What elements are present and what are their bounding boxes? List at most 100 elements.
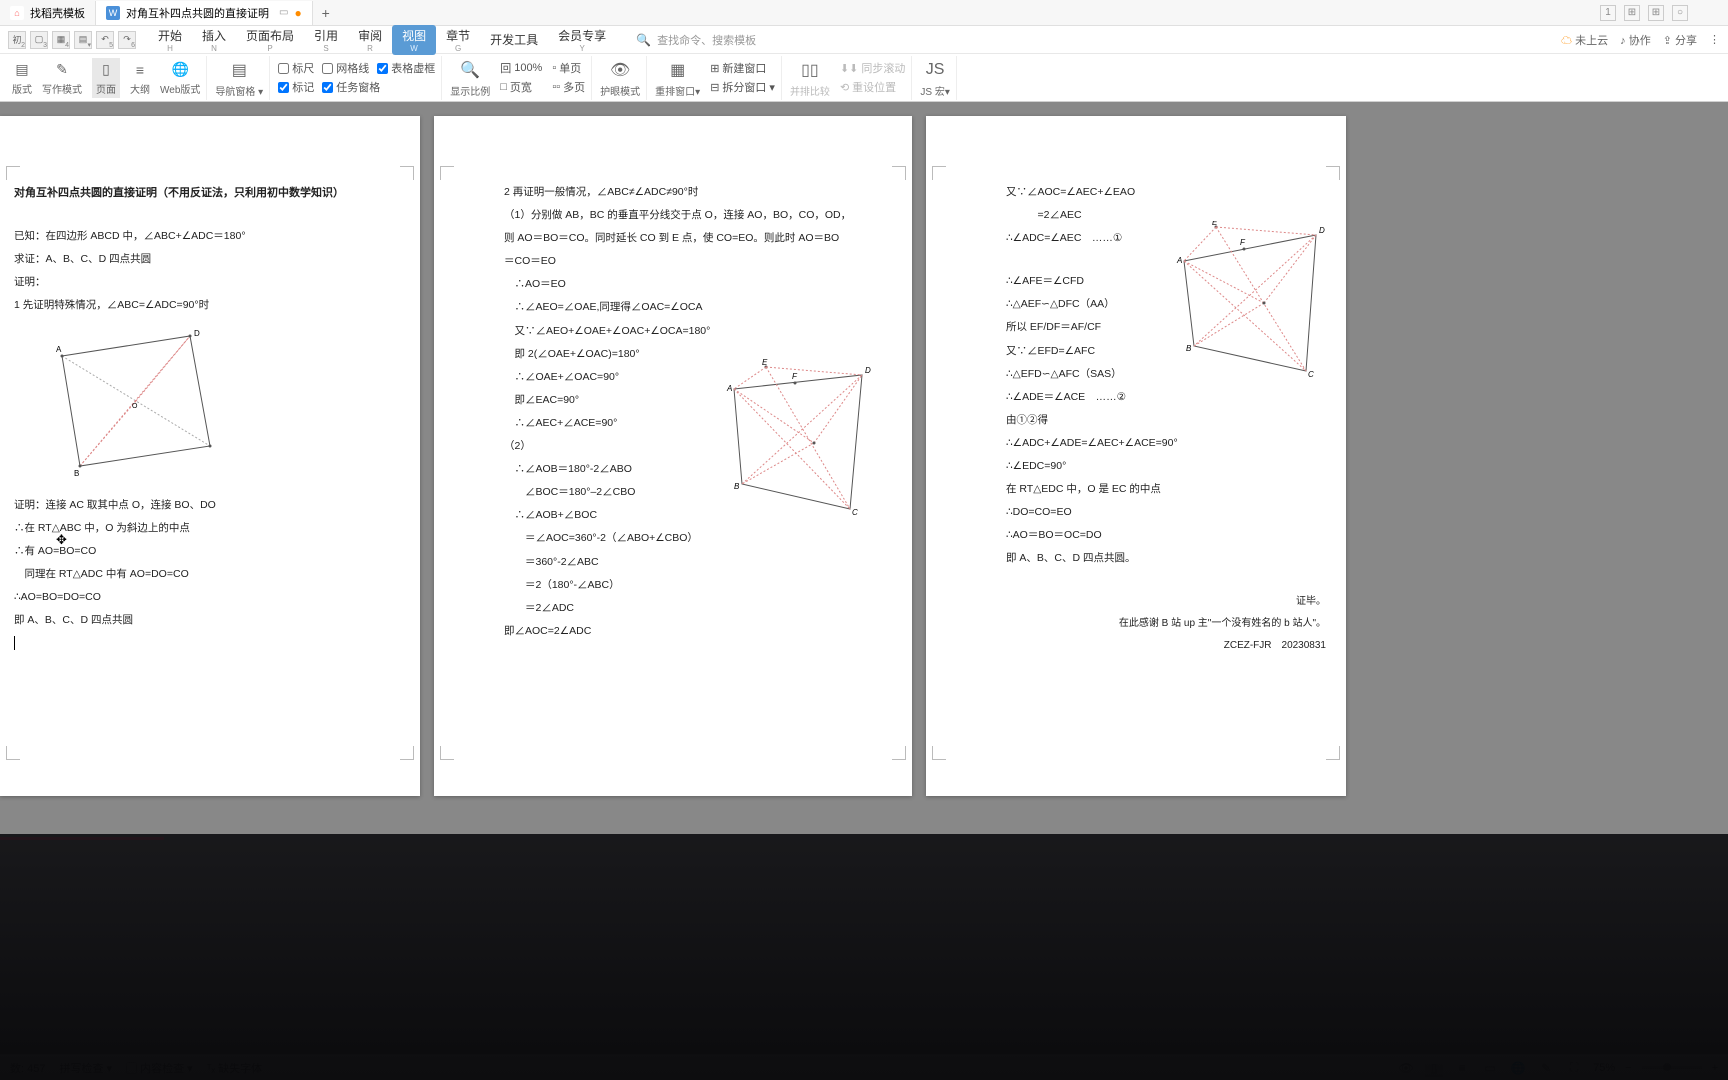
p2-l2: （1）分别做 AB，BC 的垂直平分线交于点 O，连接 AO，BO，CO，OD， <box>504 204 872 227</box>
page-1-content: 对角互补四点共圆的直接证明（不用反证法，只利用初中数学知识） 已知：在四边形 A… <box>0 116 420 650</box>
win-btn-2[interactable]: ⊞ <box>1624 5 1640 21</box>
page-3[interactable]: E F beta A D C B 又∵∠AOC=∠AEC+∠ <box>926 116 1346 796</box>
search-area[interactable]: 🔍 查找命令、搜索模板 <box>636 32 756 48</box>
ribbon-compare: ▯▯并排比较 ⬇⬇ 同步滚动 ⟲ 重设位置 <box>784 56 912 100</box>
menu-vip[interactable]: 会员专享Y <box>548 25 616 55</box>
zoom-out[interactable]: − <box>1625 1062 1631 1074</box>
play-progress-fill <box>0 837 164 840</box>
view-edit-icon[interactable]: ✎ <box>1537 1059 1555 1077</box>
rb-write[interactable]: ✎写作模式 <box>42 60 82 96</box>
qat-undo[interactable]: ↶5 <box>96 31 114 49</box>
rb-multi[interactable]: ▫▫ 多页 <box>552 79 585 95</box>
spell-check[interactable]: 拼写检查 ▾ <box>59 1060 112 1076</box>
zoom-fit-icon[interactable]: ⛶ <box>1565 1059 1583 1077</box>
p2-l18: ＝2（180°-∠ABC） <box>504 574 872 597</box>
svg-text:A: A <box>1176 256 1182 265</box>
page-1[interactable]: 对角互补四点共圆的直接证明（不用反证法，只利用初中数学知识） 已知：在四边形 A… <box>0 116 420 796</box>
menu-layout[interactable]: 页面布局P <box>236 25 304 55</box>
tab-document[interactable]: W 对角互补四点共圆的直接证明 ▭ ● <box>96 1 313 25</box>
tab-modified-icon: ● <box>294 6 301 20</box>
word-count[interactable]: 数: 457 <box>10 1060 45 1076</box>
view-outline-icon[interactable]: ≡ <box>1453 1059 1471 1077</box>
svg-text:A: A <box>56 345 62 354</box>
tab-home[interactable]: ⌂ 找稻壳模板 <box>0 1 96 25</box>
rb-navpane[interactable]: ▤导航窗格 ▾ <box>215 58 263 98</box>
view-eye-icon[interactable]: 👁 <box>1397 1059 1415 1077</box>
p2-l17: ＝360°-2∠ABC <box>504 551 872 574</box>
tab-label: 对角互补四点共圆的直接证明 <box>126 5 269 21</box>
rb-web[interactable]: 🌐Web版式 <box>160 60 200 96</box>
chk-mark[interactable]: 标记 <box>278 79 314 95</box>
missing-font[interactable]: ᵀₓ 缺失字体 <box>207 1060 262 1076</box>
menu-dev[interactable]: 开发工具 <box>480 29 548 50</box>
p2-l20: 即∠AOC=2∠ADC <box>504 620 872 643</box>
rb-arrange[interactable]: ▦重排窗口▾ <box>655 58 700 98</box>
view-read-icon[interactable]: ▭ <box>1481 1059 1499 1077</box>
menu-insert[interactable]: 插入N <box>192 25 236 55</box>
rb-single[interactable]: ▫ 单页 <box>552 60 585 76</box>
menu-start[interactable]: 开始H <box>148 25 192 55</box>
qat-btn-2[interactable]: ▢3 <box>30 31 48 49</box>
tab-label: 找稻壳模板 <box>30 5 85 21</box>
svg-text:E: E <box>1212 221 1218 227</box>
menu-ref[interactable]: 引用S <box>304 25 348 55</box>
chk-ruler[interactable]: 标尺 <box>278 60 314 76</box>
p1-l7: ∴有 AO=BO=CO <box>14 540 406 563</box>
zoom-slider[interactable] <box>1642 1066 1702 1069</box>
page-2[interactable]: 2 再证明一般情况，∠ABC≠∠ADC≠90°时 （1）分别做 AB，BC 的垂… <box>434 116 912 796</box>
p3-l1: 又∵∠AOC=∠AEC+∠EAO <box>1006 181 1326 204</box>
page-3-content: E F beta A D C B 又∵∠AOC=∠AEC+∠ <box>926 116 1346 657</box>
menu-view[interactable]: 视图W <box>392 25 436 55</box>
rb-sidebyside: ▯▯并排比较 <box>790 58 830 98</box>
rb-layout[interactable]: ▤版式 <box>12 60 32 96</box>
menu-chapter[interactable]: 章节G <box>436 25 480 55</box>
p1-l10: 即 A、B、C、D 四点共圆 <box>14 609 406 632</box>
view-page-icon[interactable]: ▯ <box>1425 1059 1443 1077</box>
view-web-icon[interactable]: 🌐 <box>1509 1059 1527 1077</box>
tab-min-icon[interactable]: ▭ <box>279 7 288 18</box>
win-btn-4[interactable]: ○ <box>1672 5 1688 21</box>
diagram-2: E F A D C B <box>722 359 872 519</box>
p2-l7: 又∵∠AEO+∠OAE+∠OAC+∠OCA=180° <box>504 320 872 343</box>
p1-l3: 证明： <box>14 271 406 294</box>
chk-task[interactable]: 任务窗格 <box>322 79 380 95</box>
rb-eyecare[interactable]: 👁护眼模式 <box>600 58 640 98</box>
zoom-in[interactable]: + <box>1712 1062 1718 1074</box>
qat-btn-3[interactable]: ▦4 <box>52 31 70 49</box>
share-button[interactable]: ⇪ 分享 <box>1663 32 1697 48</box>
menu-review[interactable]: 审阅R <box>348 25 392 55</box>
svg-text:D: D <box>1319 226 1325 235</box>
win-btn-3[interactable]: ⊞ <box>1648 5 1664 21</box>
quick-access-toolbar: 初2 ▢3 ▦4 ▤▾ ↶5 ↷6 <box>8 31 136 49</box>
qat-btn-1[interactable]: 初2 <box>8 31 26 49</box>
menu-more[interactable]: ⋮ <box>1709 33 1720 46</box>
content-check[interactable]: ▢ 内容检查 ▾ <box>126 1060 193 1076</box>
rb-zoom[interactable]: 🔍显示比例 <box>450 58 490 98</box>
ribbon-zoom: 🔍显示比例 回 100% □ 页宽 ▫ 单页 ▫▫ 多页 <box>444 56 592 100</box>
zoom-level[interactable]: 75% <box>1593 1062 1615 1074</box>
p2-l4: ＝CO＝EO <box>504 250 872 273</box>
chk-grid[interactable]: 网格线 <box>322 60 369 76</box>
rb-split[interactable]: ⊟ 拆分窗口▾ <box>710 79 775 95</box>
qat-redo[interactable]: ↷6 <box>118 31 136 49</box>
qat-btn-4[interactable]: ▤▾ <box>74 31 92 49</box>
rb-newwin[interactable]: ⊞ 新建窗口 <box>710 60 775 76</box>
svg-text:E: E <box>762 359 768 367</box>
rb-sync: ⬇⬇ 同步滚动 <box>840 60 905 76</box>
rb-outline[interactable]: ≡大纲 <box>130 60 150 96</box>
tab-add[interactable]: + <box>313 5 339 21</box>
play-progress-track[interactable] <box>0 837 1728 840</box>
collab-button[interactable]: ♪ 协作 <box>1620 32 1651 48</box>
status-bar: 数: 457 拼写检查 ▾ ▢ 内容检查 ▾ ᵀₓ 缺失字体 👁 ▯ ≡ ▭ 🌐… <box>0 1054 1728 1080</box>
cloud-icon[interactable]: ☁ 未上云 <box>1561 32 1608 48</box>
rb-pagew[interactable]: □ 页宽 <box>500 79 542 95</box>
chk-virt[interactable]: 表格虚框 <box>377 60 435 76</box>
svg-text:D: D <box>194 329 200 338</box>
svg-text:D: D <box>865 366 871 375</box>
win-btn-1[interactable]: 1 <box>1600 5 1616 21</box>
rb-100[interactable]: 回 100% <box>500 60 542 76</box>
p3-l9: ∴∠ADE＝∠ACE ……② <box>1006 386 1326 409</box>
document-area[interactable]: 对角互补四点共圆的直接证明（不用反证法，只利用初中数学知识） 已知：在四边形 A… <box>0 102 1728 1054</box>
rb-jsmacro[interactable]: JSJS 宏▾ <box>920 58 949 98</box>
rb-page[interactable]: ▯页面 <box>92 58 120 98</box>
